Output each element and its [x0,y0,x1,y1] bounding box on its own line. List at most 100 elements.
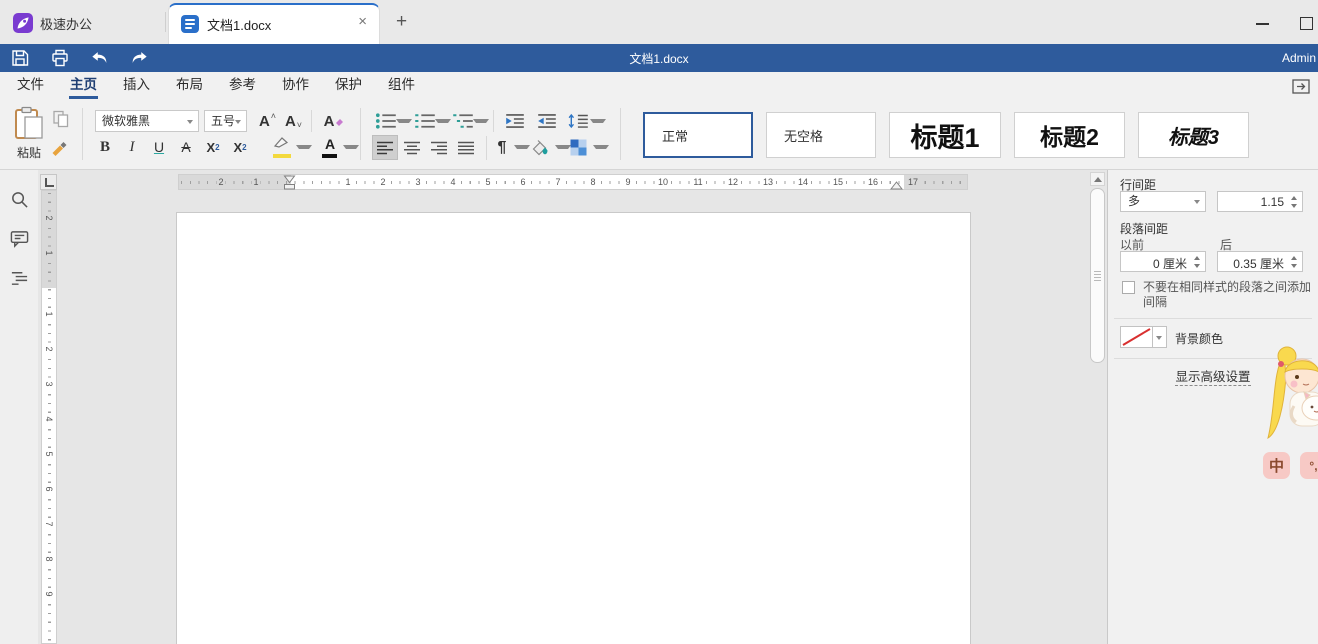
background-color-swatch[interactable] [1120,326,1153,348]
ruler-number: 16 [866,177,880,187]
scroll-up-button[interactable] [1090,172,1105,186]
align-center-button[interactable] [399,135,425,160]
outline-icon[interactable] [10,268,29,287]
background-color-dropdown[interactable] [1152,326,1167,348]
document-tab[interactable]: 文档1.docx × [168,3,380,44]
chevron-down-icon[interactable] [590,119,606,123]
spacing-before-spinner[interactable]: 0 厘米 [1120,251,1206,272]
indent-markers[interactable] [283,175,296,190]
line-spacing-icon[interactable] [568,110,590,132]
copy-icon[interactable] [52,110,70,128]
ruler-number: 9 [44,590,54,597]
shading-button[interactable] [528,135,552,160]
numbered-list-icon[interactable] [414,110,436,132]
comments-icon[interactable] [10,229,29,248]
user-name[interactable]: Admin [1282,51,1316,65]
align-left-button[interactable] [372,135,398,160]
multilevel-list-icon[interactable] [452,110,474,132]
borders-button[interactable] [566,135,590,160]
line-spacing-mode-select[interactable]: 多 [1120,191,1206,212]
right-indent-marker[interactable] [890,181,903,190]
same-style-spacing-checkbox[interactable] [1122,281,1135,294]
align-right-button[interactable] [426,135,452,160]
ruler-number: 2 [378,177,387,187]
font-size-select[interactable]: 五号 [204,110,247,132]
paint-bucket-icon [530,139,550,157]
ruler-number: 5 [483,177,492,187]
panel-toggle-icon[interactable] [1292,79,1310,94]
paste-label[interactable]: 粘贴 [4,144,54,161]
style-无空格[interactable]: 无空格 [766,112,876,158]
font-name-value: 微软雅黑 [102,114,150,128]
chevron-down-icon[interactable] [396,119,412,123]
ribbon: 粘贴 微软雅黑 五号 A˄ A˅ A [0,100,1318,170]
menu-item-参考[interactable]: 参考 [218,72,267,100]
chevron-down-icon[interactable] [435,119,451,123]
font-color-button[interactable]: A [320,136,340,160]
paragraph-mark-button[interactable]: ¶ [492,135,512,160]
app-window: 极速办公 文档1.docx × + 文档1.do [0,0,1318,644]
chevron-down-icon[interactable] [593,145,609,149]
line-spacing-value-spinner[interactable]: 1.15 [1217,191,1303,212]
justify-icon [457,141,475,155]
spacing-after-spinner[interactable]: 0.35 厘米 [1217,251,1303,272]
style-标题2[interactable]: 标题2 [1014,112,1125,158]
v-ruler[interactable]: 21123456789 [41,190,57,644]
menu-item-文件[interactable]: 文件 [6,72,55,100]
minimize-button[interactable] [1256,23,1269,25]
superscript-button[interactable]: X2 [201,136,225,158]
paste-icon[interactable] [14,106,44,140]
spinner-arrows[interactable] [1289,194,1300,210]
line-spacing-value: 1.15 [1261,195,1284,209]
ruler-number: 14 [796,177,810,187]
style-标题1[interactable]: 标题1 [889,112,1001,158]
font-name-select[interactable]: 微软雅黑 [95,110,199,132]
menu-item-插入[interactable]: 插入 [112,72,161,100]
tab-stop-l-icon [45,178,54,187]
search-icon[interactable] [10,190,29,209]
new-tab-button[interactable]: + [396,11,407,33]
menu-item-协作[interactable]: 协作 [271,72,320,100]
menu-item-保护[interactable]: 保护 [324,72,373,100]
chevron-down-icon[interactable] [296,145,312,149]
bullet-list-icon[interactable] [375,110,397,132]
chevron-down-icon[interactable] [473,119,489,123]
style-正常[interactable]: 正常 [643,112,753,158]
maximize-button[interactable] [1300,17,1313,30]
menu-item-布局[interactable]: 布局 [165,72,214,100]
highlight-color-button[interactable] [272,136,294,160]
advanced-settings-link[interactable]: 显示高级设置 [1175,370,1250,386]
ruler-number: 5 [44,450,54,457]
menu-item-主页[interactable]: 主页 [59,72,108,100]
grow-font-button[interactable]: A˄ [255,110,279,132]
tab-close-icon[interactable]: × [358,13,367,30]
ime-punctuation-button[interactable]: °, [1300,452,1318,479]
spinner-arrows[interactable] [1289,254,1300,270]
subscript-button[interactable]: X2 [228,136,252,158]
shrink-font-button[interactable]: A˅ [281,110,305,132]
chevron-down-icon [187,120,193,124]
bold-button[interactable]: B [93,136,117,158]
menu-item-组件[interactable]: 组件 [377,72,426,100]
document-page[interactable] [176,212,971,644]
strikethrough-button[interactable]: A [174,136,198,158]
justify-button[interactable] [453,135,479,160]
clear-format-button[interactable]: A [322,110,346,132]
ruler-number: 1 [44,310,54,317]
increase-indent-icon[interactable] [536,110,558,132]
tab-title: 文档1.docx [207,15,271,34]
h-ruler[interactable]: 211234567891011121314151617 [178,174,968,190]
vertical-scrollbar-thumb[interactable] [1090,188,1105,363]
spacing-before-value: 0 厘米 [1153,255,1187,272]
ruler-number: 2 [216,177,225,187]
app-logo-icon[interactable] [13,13,33,33]
chevron-down-icon[interactable] [343,145,359,149]
italic-button[interactable]: I [120,136,144,158]
underline-button[interactable]: U [147,136,171,158]
ime-language-button[interactable]: 中 [1263,452,1290,479]
style-标题3[interactable]: 标题3 [1138,112,1249,158]
format-painter-icon[interactable] [50,138,68,156]
tab-stop-selector[interactable] [40,174,57,190]
spinner-arrows[interactable] [1192,254,1203,270]
decrease-indent-icon[interactable] [504,110,526,132]
